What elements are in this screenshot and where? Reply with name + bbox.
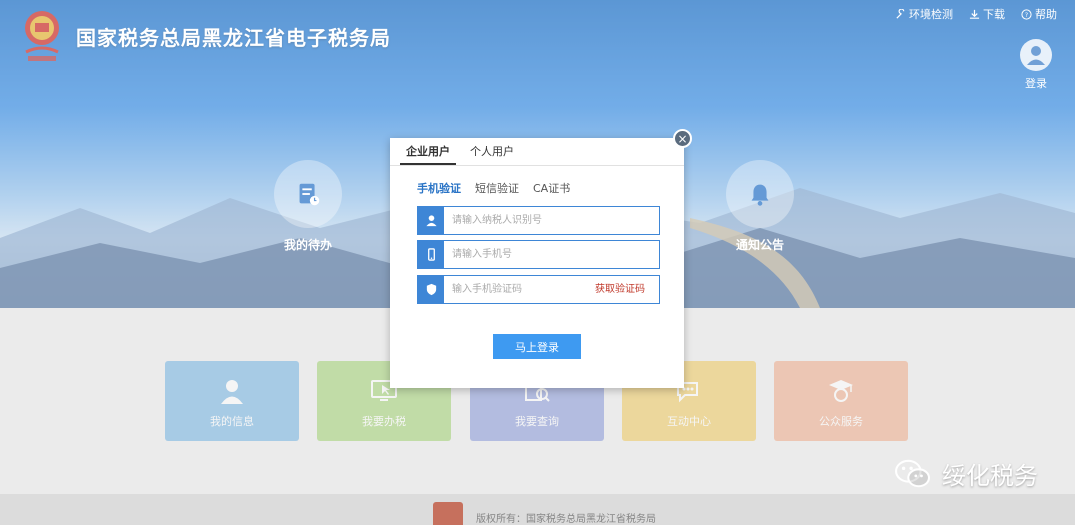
taxpayer-id-field xyxy=(417,206,660,235)
phone-input[interactable] xyxy=(452,241,592,268)
subtab-sms-verify[interactable]: 短信验证 xyxy=(475,180,519,196)
login-modal: 企业用户 个人用户 手机验证 短信验证 CA证书 获取验证码 马上登录 xyxy=(390,138,684,388)
subtab-ca-cert[interactable]: CA证书 xyxy=(533,180,570,196)
user-type-tabs: 企业用户 个人用户 xyxy=(390,138,684,166)
taxpayer-id-input[interactable] xyxy=(452,207,592,234)
phone-field xyxy=(417,240,660,269)
user-icon xyxy=(418,207,444,234)
code-input[interactable] xyxy=(452,276,592,303)
get-code-button[interactable]: 获取验证码 xyxy=(595,276,645,303)
tab-personal-user[interactable]: 个人用户 xyxy=(464,138,520,165)
code-field: 获取验证码 xyxy=(417,275,660,304)
verify-method-tabs: 手机验证 短信验证 CA证书 xyxy=(417,180,570,196)
mobile-phone-icon xyxy=(418,241,444,268)
subtab-phone-verify[interactable]: 手机验证 xyxy=(417,180,461,196)
login-submit-button[interactable]: 马上登录 xyxy=(493,334,581,359)
close-icon[interactable]: × xyxy=(673,129,692,148)
shield-icon xyxy=(418,276,444,303)
tab-enterprise-user[interactable]: 企业用户 xyxy=(400,138,456,165)
